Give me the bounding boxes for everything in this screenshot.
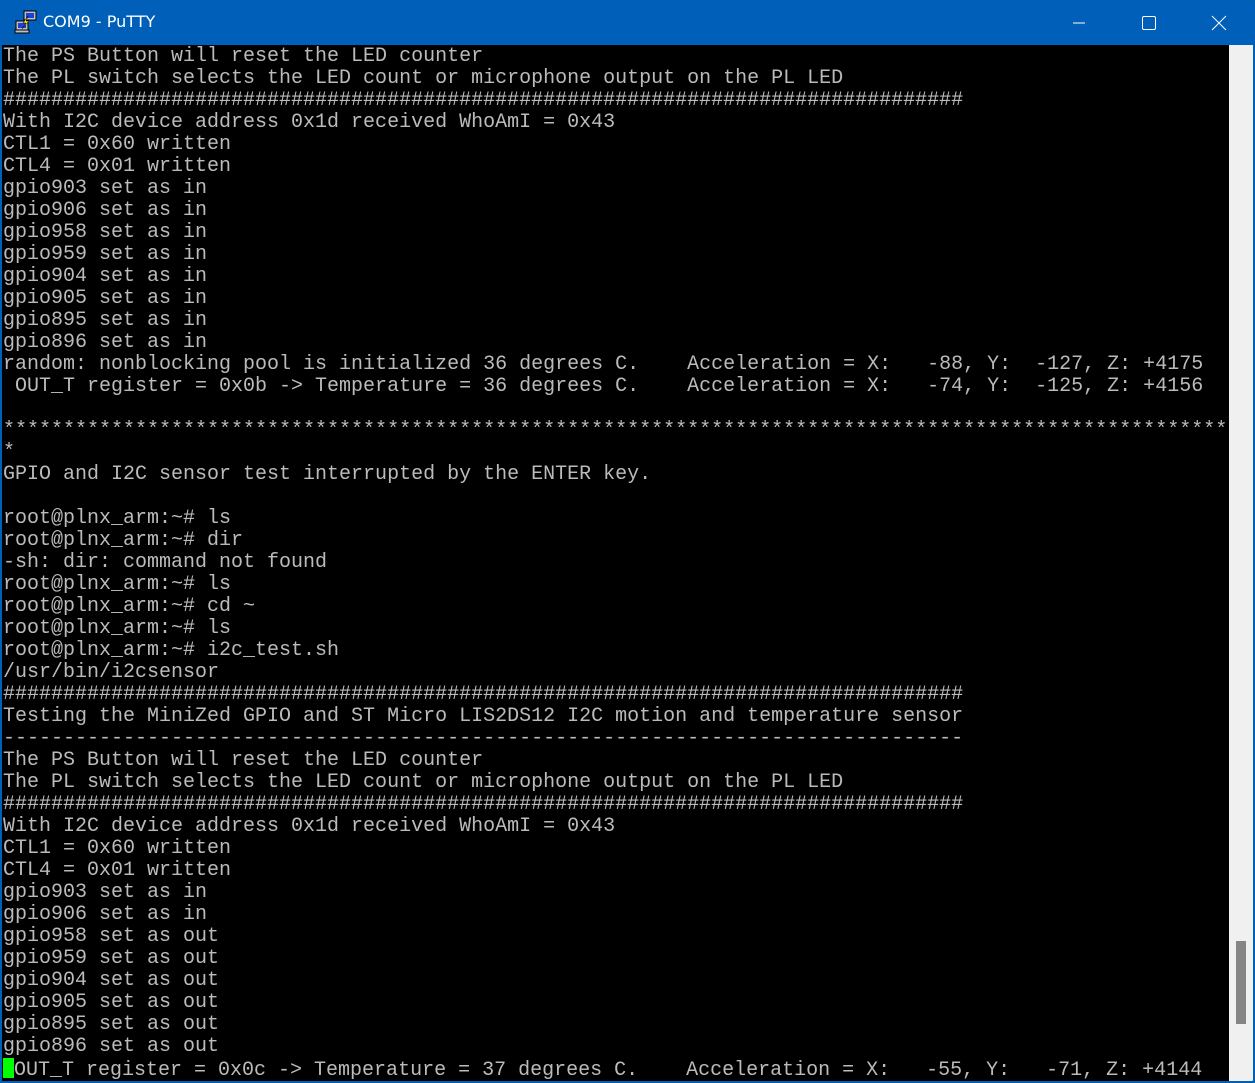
putty-icon[interactable] [14, 10, 38, 34]
terminal-line: root@plnx_arm:~# i2c_test.sh [3, 639, 340, 662]
terminal-current-line: OUT_T register = 0x0c -> Temperature = 3… [3, 1058, 1227, 1082]
terminal-line: gpio895 set as out [3, 1013, 220, 1036]
terminal-line: root@plnx_arm:~# ls [3, 573, 232, 596]
terminal-line: The PL switch selects the LED count or m… [3, 67, 844, 90]
terminal-line: gpio959 set as in [3, 243, 208, 266]
terminal-line: ****************************************… [3, 419, 1228, 442]
terminal-line: The PS Button will reset the LED counter [3, 45, 484, 68]
terminal-line: GPIO and I2C sensor test interrupted by … [3, 463, 652, 486]
terminal-line: CTL4 = 0x01 written [3, 155, 232, 178]
maximize-button[interactable] [1114, 0, 1184, 45]
window-title: COM9 - PuTTY [43, 12, 156, 31]
terminal-line: CTL1 = 0x60 written [3, 837, 232, 860]
terminal-line: OUT_T register = 0x0b -> Temperature = 3… [3, 375, 1204, 398]
terminal-line: * [3, 441, 16, 464]
putty-window: COM9 - PuTTY The PS Button will reset th… [0, 0, 1255, 1083]
terminal-line: root@plnx_arm:~# dir [3, 529, 244, 552]
terminal-line: gpio904 set as in [3, 265, 208, 288]
vertical-scrollbar[interactable] [1229, 45, 1253, 1081]
terminal-line: CTL1 = 0x60 written [3, 133, 232, 156]
close-icon [1211, 15, 1227, 30]
close-button[interactable] [1184, 0, 1254, 45]
terminal-line: The PL switch selects the LED count or m… [3, 771, 844, 794]
terminal-line: gpio906 set as in [3, 199, 208, 222]
terminal-line: gpio958 set as out [3, 925, 220, 948]
terminal-line: gpio903 set as in [3, 177, 208, 200]
terminal-line: Testing the MiniZed GPIO and ST Micro LI… [3, 705, 964, 728]
terminal-line: random: nonblocking pool is initialized … [3, 353, 1204, 376]
terminal-line: gpio906 set as in [3, 903, 208, 926]
terminal-line: root@plnx_arm:~# cd ~ [3, 595, 256, 618]
title-bar[interactable]: COM9 - PuTTY [0, 0, 1255, 45]
minimize-icon [1073, 22, 1085, 23]
terminal-lines: The PS Button will reset the LED counter… [3, 45, 1228, 1082]
terminal-line: ########################################… [3, 683, 964, 706]
terminal-cursor [3, 1058, 14, 1078]
terminal-line: gpio895 set as in [3, 309, 208, 332]
terminal-line: gpio896 set as out [3, 1035, 220, 1058]
terminal-last-line-text: OUT_T register = 0x0c -> Temperature = 3… [14, 1059, 1203, 1082]
terminal-line: ----------------------------------------… [3, 727, 964, 750]
terminal-line: root@plnx_arm:~# ls [3, 507, 232, 530]
terminal-line: -sh: dir: command not found [3, 551, 328, 574]
terminal-line: gpio905 set as out [3, 991, 220, 1014]
terminal-line: gpio958 set as in [3, 221, 208, 244]
terminal-line: With I2C device address 0x1d received Wh… [3, 815, 616, 838]
terminal-line: The PS Button will reset the LED counter [3, 749, 484, 772]
terminal-line: /usr/bin/i2csensor [3, 661, 220, 684]
maximize-icon [1142, 15, 1156, 30]
terminal-line: gpio959 set as out [3, 947, 220, 970]
terminal-line: ########################################… [3, 793, 964, 816]
terminal-line: root@plnx_arm:~# ls [3, 617, 232, 640]
terminal-line: With I2C device address 0x1d received Wh… [3, 111, 616, 134]
minimize-button[interactable] [1044, 0, 1114, 45]
terminal-line: CTL4 = 0x01 written [3, 859, 232, 882]
terminal-line: gpio896 set as in [3, 331, 208, 354]
terminal-line: gpio905 set as in [3, 287, 208, 310]
terminal-line: gpio903 set as in [3, 881, 208, 904]
terminal-line: gpio904 set as out [3, 969, 220, 992]
scrollbar-thumb[interactable] [1236, 941, 1246, 1024]
terminal-output[interactable]: The PS Button will reset the LED counter… [2, 45, 1229, 1081]
terminal-line: ########################################… [3, 89, 964, 112]
